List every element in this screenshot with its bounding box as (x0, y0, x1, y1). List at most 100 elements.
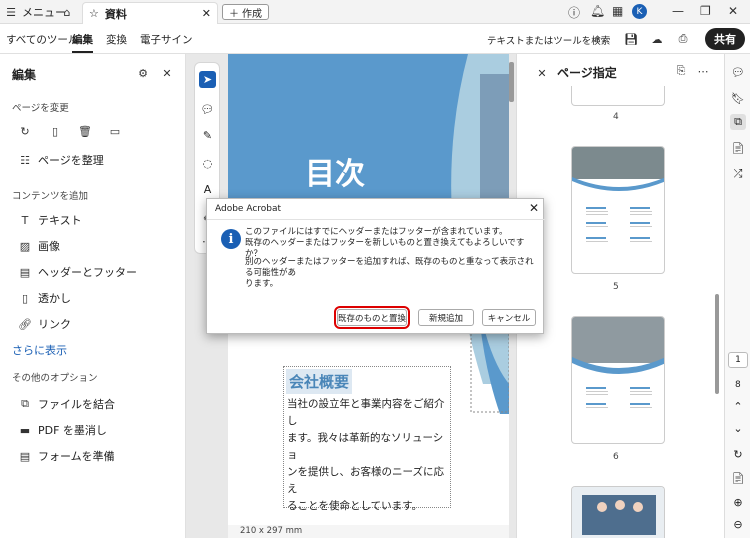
print-icon[interactable]: ⎙ (676, 32, 690, 46)
avatar[interactable]: K (632, 4, 647, 19)
zoom-out-icon[interactable]: ⊖ (730, 516, 746, 532)
close-pane-icon[interactable]: ✕ (535, 66, 549, 80)
close-tab-icon[interactable]: ✕ (202, 7, 211, 20)
save-icon[interactable]: 💾︎ (624, 32, 638, 46)
attachments-icon[interactable]: 📄︎ (730, 140, 746, 156)
replace-header-dialog: Adobe Acrobat ✕ i このファイルにはすでにヘッダーまたはフッター… (206, 198, 545, 334)
tab-title: 資料 (104, 7, 127, 21)
body-line: ンを提供し、お客様のニーズに応え (287, 466, 444, 495)
add-new-button[interactable]: 新規追加 (418, 309, 474, 326)
comment-icon[interactable]: 💬︎ (199, 101, 216, 118)
restore-icon[interactable]: ❐ (700, 4, 711, 18)
tab-esign[interactable]: 電子サイン (140, 32, 193, 47)
edit-panel: 編集 ⚙ ✕ ページを変更 ↻ ▯ 🗑︎ ▭ ☷ ページを整理 コンテンツを追加… (0, 54, 186, 538)
window-close-icon[interactable]: ✕ (728, 4, 738, 18)
document-properties-icon[interactable]: 📄︎ (730, 470, 746, 486)
thumbnail-5-art (572, 147, 664, 242)
page-up-icon[interactable]: ⌃ (730, 398, 746, 414)
comment-panel-icon[interactable]: 💬︎ (730, 64, 746, 80)
watermark-label: 透かし (38, 292, 71, 305)
apps-grid-icon[interactable]: ▦ (612, 4, 623, 18)
zoom-in-icon[interactable]: ⊕ (730, 494, 746, 510)
watermark-item[interactable]: ▯ 透かし (18, 290, 71, 306)
section-content: コンテンツを追加 (12, 191, 89, 202)
header-footer-item[interactable]: ▤ ヘッダーとフッター (18, 264, 137, 280)
compare-icon[interactable]: ⤮ (730, 166, 746, 182)
lasso-icon[interactable]: ◌ (199, 155, 216, 172)
link-item[interactable]: 🔗︎ リンク (18, 316, 71, 332)
combine-files-item[interactable]: ⧉ ファイルを結合 (18, 396, 115, 412)
tab-convert[interactable]: 変換 (106, 32, 127, 47)
bookmark-icon[interactable]: 🔖︎ (730, 90, 746, 106)
delete-icon[interactable]: 🗑︎ (78, 124, 92, 138)
page-size-label: 210 x 297 mm (228, 525, 509, 538)
header-footer-label: ヘッダーとフッター (38, 266, 137, 279)
share-button[interactable]: 共有 (705, 28, 745, 50)
star-icon[interactable]: ☆ (89, 7, 99, 20)
search-icon[interactable]: ⌕ (590, 32, 604, 46)
link-icon: 🔗︎ (18, 317, 32, 331)
page-down-icon[interactable]: ⌄ (730, 420, 746, 436)
body-line: 当社の設立年と事業内容をご紹介し (287, 398, 445, 427)
add-image-label: 画像 (38, 240, 60, 253)
more-options-icon[interactable]: ⋯ (696, 64, 710, 78)
page-thumbnail-4[interactable] (571, 86, 665, 106)
dialog-message-2-line-1: 別のヘッダーまたはフッターを追加すれば、既存のものと重なって表示される可能性があ (245, 257, 534, 278)
add-page-icon[interactable]: ⎘ (674, 64, 688, 78)
close-panel-icon[interactable]: ✕ (160, 66, 174, 80)
toc-heading: 目次 (305, 157, 365, 192)
text-box-tool-icon[interactable]: A (199, 181, 216, 198)
select-tool-icon[interactable]: ➤ (199, 71, 216, 88)
insert-page-icon[interactable]: ▯ (48, 124, 62, 138)
pen-icon[interactable]: ✎ (199, 127, 216, 144)
page-thumbnail-pane: ✕ ページ指定 ⎘ ⋯ 4 5 6 (516, 54, 724, 538)
page-number-input[interactable]: 1 (728, 352, 748, 368)
add-image-item[interactable]: ▨ 画像 (18, 238, 60, 254)
help-icon[interactable]: ⓘ (568, 4, 580, 21)
new-tab-label: 作成 (242, 8, 262, 20)
organize-icon: ☷ (20, 153, 30, 167)
redact-item[interactable]: ▬ PDF を墨消し (18, 422, 107, 438)
watermark-icon: ▯ (21, 291, 29, 305)
rotate-icon[interactable]: ↻ (18, 124, 32, 138)
document-tab[interactable]: ☆ 資料 ✕ (82, 2, 218, 24)
show-more-link[interactable]: さらに表示 (12, 342, 67, 358)
dialog-message-1-line-1: このファイルにはすでにヘッダーまたはフッターが含まれています。 (245, 227, 508, 237)
page-thumbnail-7[interactable] (571, 486, 665, 538)
redact-icon: ▬ (19, 423, 31, 437)
extract-page-icon[interactable]: ▭ (108, 124, 122, 138)
minimize-icon[interactable]: — (672, 4, 684, 18)
body-line: ます。我々は革新的なソリューショ (287, 432, 444, 461)
doc-scrollbar[interactable] (509, 62, 514, 102)
text-box[interactable]: 会社概要 当社の設立年と事業内容をご紹介し ます。我々は革新的なソリューショ ン… (283, 366, 451, 512)
dialog-divider (207, 219, 545, 220)
tab-edit[interactable]: 編集 (72, 32, 93, 53)
dialog-message-2-line-2: ります。 (245, 279, 279, 289)
pane-scrollbar[interactable] (715, 294, 719, 394)
replace-existing-button[interactable]: 既存のものと置換 (334, 306, 410, 329)
dialog-message-2: 別のヘッダーまたはフッターを追加すれば、既存のものと重なって表示される可能性があ… (245, 257, 537, 290)
bell-icon[interactable]: 🔔︎ (590, 4, 605, 18)
pages-panel-icon[interactable]: ⧉ (730, 114, 746, 130)
organize-pages-item[interactable]: ☷ ページを整理 (18, 152, 104, 168)
thumbnail-7-art (572, 487, 664, 538)
dialog-title: Adobe Acrobat (215, 204, 282, 214)
combine-icon: ⧉ (21, 397, 29, 410)
main-toolbar: すべてのツール 編集 変換 電子サイン テキストまたはツールを検索 ⌕ 💾︎ ☁… (0, 24, 750, 54)
gear-icon[interactable]: ⚙ (136, 66, 150, 80)
add-text-item[interactable]: T テキスト (18, 212, 82, 228)
dialog-close-icon[interactable]: ✕ (529, 201, 539, 215)
rotate-view-icon[interactable]: ↻ (730, 446, 746, 462)
page-thumbnail-6[interactable] (571, 316, 665, 444)
page-thumbnail-5[interactable] (571, 146, 665, 274)
cancel-button[interactable]: キャンセル (482, 309, 536, 326)
cloud-upload-icon[interactable]: ☁ (650, 32, 664, 46)
thumbnail-6-art (572, 317, 664, 408)
tab-all-tools[interactable]: すべてのツール (6, 32, 78, 47)
new-tab-button[interactable]: ＋ 作成 (222, 4, 269, 20)
menu-button[interactable]: ☰ メニュー (4, 4, 66, 20)
home-icon[interactable]: ⌂ (60, 5, 74, 19)
redact-label: PDF を墨消し (38, 424, 107, 437)
page-total: 8 (735, 380, 741, 390)
prepare-form-item[interactable]: ▤ フォームを準備 (18, 448, 115, 464)
